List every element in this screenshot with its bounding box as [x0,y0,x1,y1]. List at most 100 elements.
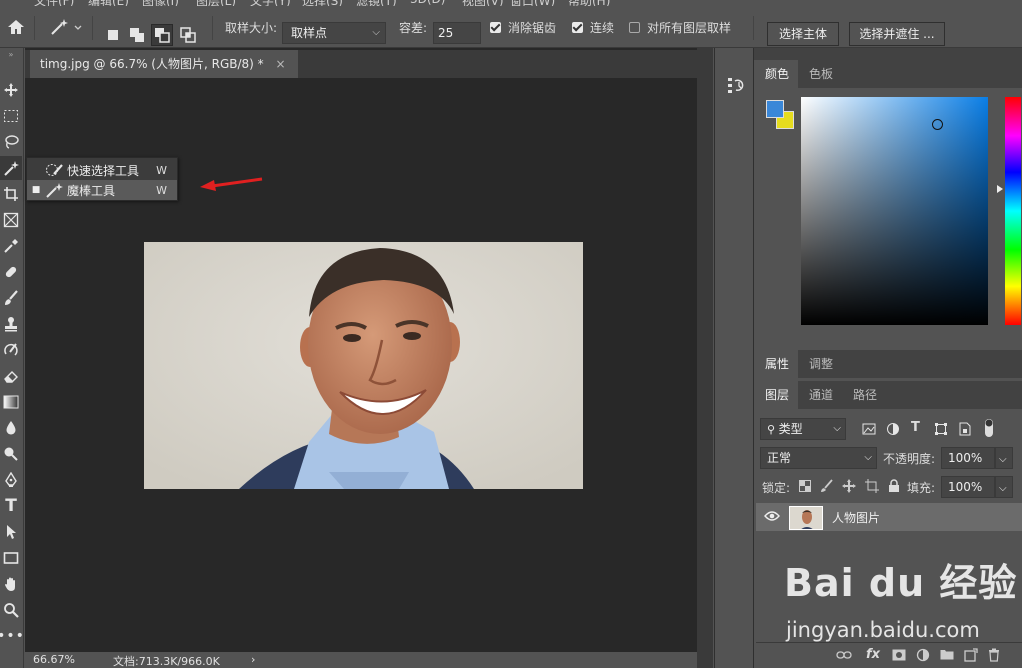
tab-color[interactable]: 颜色 [756,60,799,88]
intersect-selection-icon[interactable] [178,24,200,46]
hand-tool-icon[interactable] [0,572,22,596]
flyout-item-quick-selection[interactable]: 快速选择工具 W [27,160,177,180]
watermark-url: jingyan.baidu.com [786,618,980,642]
path-selection-tool-icon[interactable] [0,520,22,544]
pen-tool-icon[interactable] [0,468,22,492]
chevron-down-icon[interactable]: ⌵ [995,447,1013,469]
clone-stamp-tool-icon[interactable] [0,312,22,336]
delete-layer-icon[interactable] [988,648,1002,662]
adjustment-layer-icon[interactable] [916,648,930,662]
sample-size-select[interactable]: 取样点 ⌵ [282,22,386,44]
anti-alias-checkbox[interactable] [490,21,501,33]
type-tool-icon[interactable]: T [0,494,22,518]
select-subject-button[interactable]: 选择主体 [767,22,839,46]
eyedropper-tool-icon[interactable] [0,234,22,258]
smart-object-filter-icon[interactable] [958,422,972,436]
magic-wand-tool-icon[interactable] [0,156,22,180]
lock-position-icon[interactable] [842,479,856,493]
tab-properties[interactable]: 属性 [756,350,799,378]
eraser-tool-icon[interactable] [0,364,22,388]
layers-panel-footer: fx [756,642,1022,668]
blend-mode-value: 正常 [767,451,792,465]
home-icon[interactable] [6,6,26,48]
lasso-tool-icon[interactable] [0,130,22,154]
status-menu-arrow-icon[interactable]: › [251,653,255,666]
more-tools-icon[interactable]: ••• [0,624,24,648]
healing-brush-tool-icon[interactable] [0,260,22,284]
blur-tool-icon[interactable] [0,416,22,440]
type-filter-icon[interactable]: T [911,420,925,435]
lock-all-icon[interactable] [887,479,901,493]
lock-pixels-icon[interactable] [820,479,834,493]
chevron-down-icon[interactable]: ⌵ [995,476,1013,498]
tool-preset-picker[interactable] [48,6,84,48]
tolerance-input[interactable]: 25 [433,22,481,44]
lock-transparency-icon[interactable] [799,480,813,494]
document-tab[interactable]: timg.jpg @ 66.7% (人物图片, RGB/8) * × [30,50,298,78]
select-and-mask-button[interactable]: 选择并遮住 ... [849,22,945,46]
contiguous-toggle[interactable]: 连续 [572,6,614,48]
tab-swatches[interactable]: 色板 [800,60,842,88]
color-panel-tabs: 颜色 色板 [756,60,1022,88]
history-brush-tool-icon[interactable] [0,338,22,362]
layer-row[interactable]: 人物图片 [756,503,1022,531]
rectangle-tool-icon[interactable] [0,546,22,570]
layer-name[interactable]: 人物图片 [832,509,880,526]
tab-layers[interactable]: 图层 [756,381,799,409]
flyout-item-magic-wand[interactable]: ■ 魔棒工具 W [27,180,177,200]
vertical-scrollbar[interactable] [697,48,713,668]
lock-label: 锁定: [762,481,791,495]
canvas-image[interactable] [144,242,583,489]
hue-slider[interactable] [1005,97,1021,325]
move-tool-icon[interactable] [0,78,22,102]
zoom-level[interactable]: 66.67% [33,653,75,666]
crop-tool-icon[interactable] [0,182,22,206]
tools-panel: » T •• [0,48,24,668]
blend-mode-select[interactable]: 正常 ⌵ [760,447,877,469]
magic-wand-icon [45,182,67,198]
new-group-icon[interactable] [940,648,954,662]
subtract-from-selection-icon[interactable] [151,24,173,46]
tab-adjustments[interactable]: 调整 [800,350,842,378]
dodge-tool-icon[interactable] [0,442,22,466]
gradient-tool-icon[interactable] [0,390,22,414]
layer-thumbnail [789,506,823,530]
collapsed-panel-dock [714,48,754,668]
lock-artboard-icon[interactable] [865,479,879,493]
new-layer-icon[interactable] [964,648,978,662]
fill-input[interactable]: 100% [941,476,995,498]
filter-toggle-icon[interactable] [984,418,998,437]
anti-alias-toggle[interactable]: 消除锯齿 [490,6,556,48]
shape-filter-icon[interactable] [934,422,948,436]
color-picker-field[interactable] [801,97,988,325]
contiguous-checkbox[interactable] [572,21,583,33]
add-to-selection-icon[interactable] [127,24,149,46]
close-icon[interactable]: × [275,57,285,71]
opacity-input[interactable]: 100% [941,447,995,469]
layer-filter-select[interactable]: ⚲ 类型 ⌵ [760,418,846,440]
options-bar: 取样大小: 取样点 ⌵ 容差: 25 消除锯齿 连续 对所有图层取样 选择主体 … [0,6,1022,48]
new-selection-icon[interactable] [103,24,125,46]
hue-slider-handle[interactable] [997,185,1003,193]
layer-style-icon[interactable]: fx [866,647,880,662]
tab-paths[interactable]: 路径 [844,381,886,409]
foreground-color-swatch[interactable] [766,100,784,118]
marquee-tool-icon[interactable] [0,104,22,128]
adjustment-filter-icon[interactable] [886,422,900,436]
link-layers-icon[interactable] [836,649,852,663]
history-panel-icon[interactable] [727,76,745,97]
color-picker-cursor[interactable] [932,119,943,130]
chevron-down-icon: ⌵ [864,452,872,463]
contiguous-label: 连续 [590,20,615,35]
toolbar-collapse-icon[interactable]: » [0,48,22,60]
zoom-tool-icon[interactable] [0,598,22,622]
sample-all-layers-checkbox[interactable] [629,21,640,33]
add-mask-icon[interactable] [892,649,906,663]
frame-tool-icon[interactable] [0,208,22,232]
pixel-filter-icon[interactable] [862,422,876,436]
eye-icon[interactable] [764,510,780,525]
sample-size-label: 取样大小: [225,20,278,35]
tab-channels[interactable]: 通道 [800,381,842,409]
sample-all-layers-toggle[interactable]: 对所有图层取样 [629,6,731,48]
brush-tool-icon[interactable] [0,286,22,310]
